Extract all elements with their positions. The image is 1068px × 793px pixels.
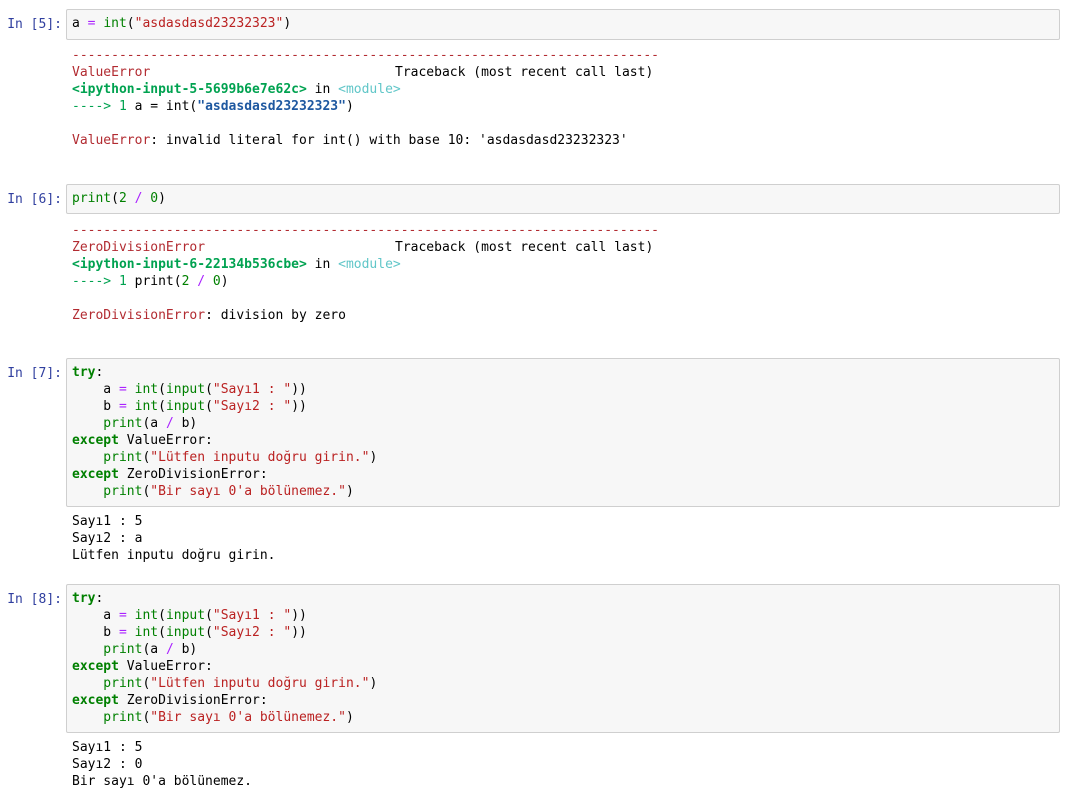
code-line-except-value: except ValueError:	[72, 659, 213, 674]
code-line-b: b = int(input("Sayı2 : "))	[72, 625, 307, 640]
code-input[interactable]: try: a = int(input("Sayı1 : ")) b = int(…	[66, 358, 1060, 507]
cell-output: Sayı1 : 5 Sayı2 : 0 Bir sayı 0'a bölünem…	[72, 739, 1052, 790]
code-line: print(2 / 0)	[72, 191, 166, 206]
code-line-print-msg1: print("Lütfen inputu doğru girin.")	[72, 676, 378, 691]
code-line-print: print(a / b)	[72, 416, 198, 431]
cell-prompt: In [6]:	[7, 192, 62, 207]
code-line-print: print(a / b)	[72, 642, 198, 657]
code-line-print-msg1: print("Lütfen inputu doğru girin.")	[72, 450, 378, 465]
code-input[interactable]: try: a = int(input("Sayı1 : ")) b = int(…	[66, 584, 1060, 733]
code-line-print-msg2: print("Bir sayı 0'a bölünemez.")	[72, 484, 354, 499]
code-line-a: a = int(input("Sayı1 : "))	[72, 382, 307, 397]
traceback-header: ZeroDivisionError Traceback (most recent …	[72, 240, 654, 255]
code-input[interactable]: a = int("asdasdasd23232323")	[66, 9, 1060, 40]
code-line-except-zero: except ZeroDivisionError:	[72, 693, 268, 708]
code-line: a = int("asdasdasd23232323")	[72, 16, 292, 31]
traceback-output: ----------------------------------------…	[72, 47, 1052, 149]
traceback-divider: ----------------------------------------…	[72, 48, 659, 63]
traceback-line: ----> 1 a = int("asdasdasd23232323")	[72, 99, 354, 114]
traceback-location: <ipython-input-6-22134b536cbe> in <modul…	[72, 257, 401, 272]
code-line-try: try:	[72, 591, 104, 606]
traceback-output: ----------------------------------------…	[72, 222, 1052, 324]
code-line-b: b = int(input("Sayı2 : "))	[72, 399, 307, 414]
code-line-print-msg2: print("Bir sayı 0'a bölünemez.")	[72, 710, 354, 725]
cell-prompt: In [7]:	[7, 366, 62, 381]
traceback-header: ValueError Traceback (most recent call la…	[72, 65, 654, 80]
output-line: Sayı2 : 0	[72, 757, 143, 772]
cell-prompt: In [5]:	[7, 17, 62, 32]
cell-output: Sayı1 : 5 Sayı2 : a Lütfen inputu doğru …	[72, 513, 1052, 564]
code-line-except-zero: except ZeroDivisionError:	[72, 467, 268, 482]
output-line: Bir sayı 0'a bölünemez.	[72, 774, 253, 789]
cell-prompt: In [8]:	[7, 592, 62, 607]
output-line: Sayı2 : a	[72, 531, 143, 546]
error-message: ZeroDivisionError: division by zero	[72, 308, 346, 323]
code-line-try: try:	[72, 365, 104, 380]
code-line-a: a = int(input("Sayı1 : "))	[72, 608, 307, 623]
output-line: Sayı1 : 5	[72, 740, 143, 755]
traceback-line: ----> 1 print(2 / 0)	[72, 274, 229, 289]
output-line: Lütfen inputu doğru girin.	[72, 548, 276, 563]
output-line: Sayı1 : 5	[72, 514, 143, 529]
traceback-divider: ----------------------------------------…	[72, 223, 659, 238]
error-message: ValueError: invalid literal for int() wi…	[72, 133, 628, 148]
code-input[interactable]: print(2 / 0)	[66, 184, 1060, 214]
traceback-location: <ipython-input-5-5699b6e7e62c> in <modul…	[72, 82, 401, 97]
code-line-except-value: except ValueError:	[72, 433, 213, 448]
